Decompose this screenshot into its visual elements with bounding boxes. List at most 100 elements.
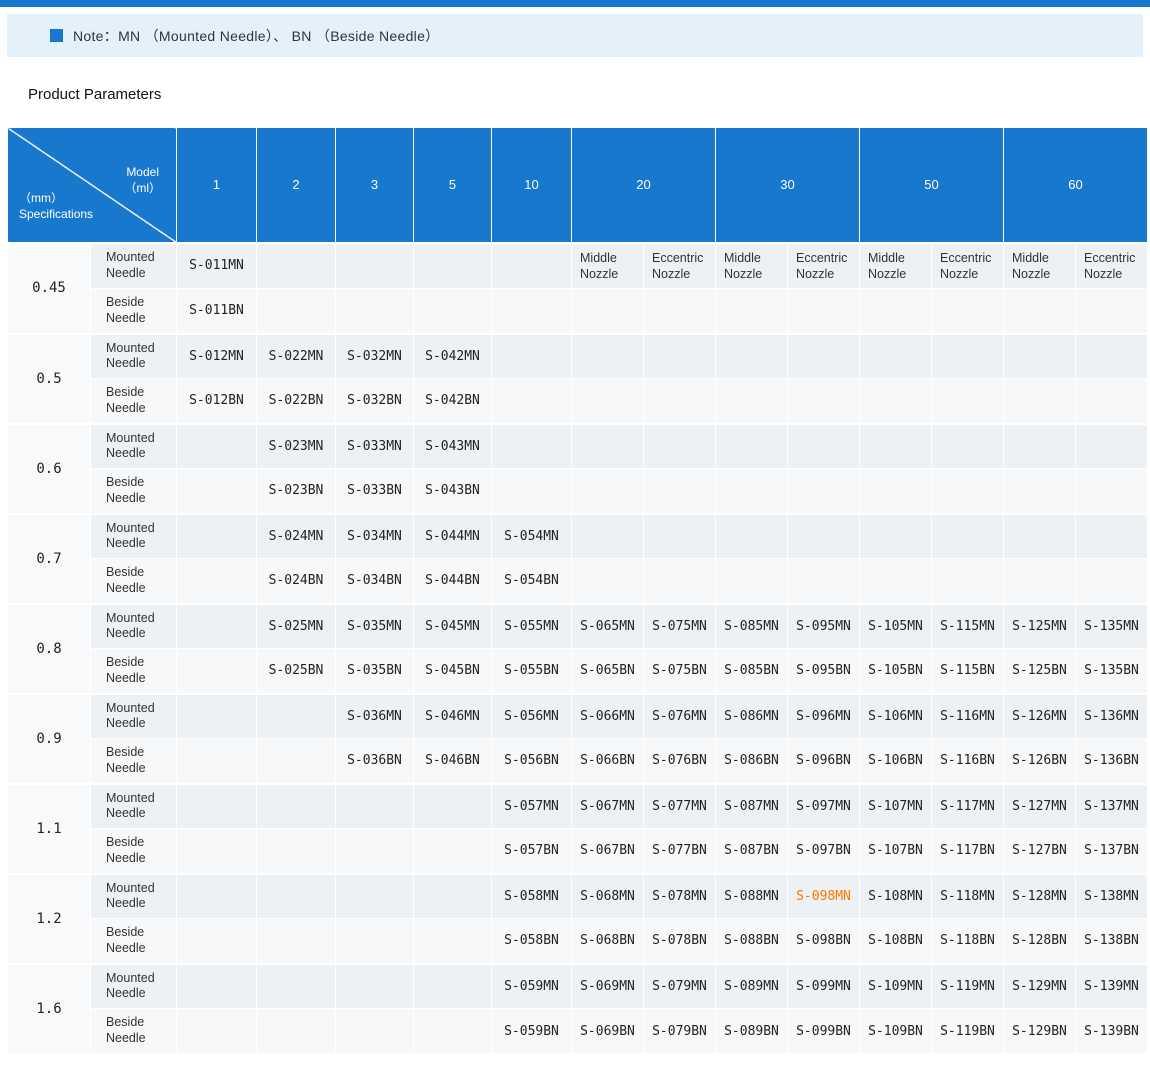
model-code-cell: S-116BN [932,739,1004,784]
empty-cell [932,559,1004,604]
model-code-cell: S-069MN [572,964,644,1009]
model-code-cell: S-023BN [257,469,336,514]
empty-cell [177,694,257,739]
empty-cell [860,379,932,424]
model-code-cell: S-056MN [492,694,572,739]
empty-cell [492,289,572,334]
empty-cell [572,379,644,424]
spec-row-0.8-mn: 0.8Mounted NeedleS-025MNS-035MNS-045MNS-… [8,604,1148,649]
model-code-cell: S-086BN [716,739,788,784]
model-code-cell: S-079BN [644,1009,716,1054]
spec-value-cell: 0.8 [8,604,91,694]
empty-cell [1076,559,1148,604]
empty-cell [177,739,257,784]
corner-spec-line2: Specifications [19,207,93,221]
model-code-cell: S-068MN [572,874,644,919]
model-code-cell: S-137BN [1076,829,1148,874]
empty-cell [336,243,414,289]
needle-type-cell: Mounted Needle [91,424,177,469]
needle-type-cell: Beside Needle [91,289,177,334]
nozzle-subheader-cell: Eccentric Nozzle [788,243,860,289]
model-code-cell: S-108BN [860,919,932,964]
model-code-cell: S-135BN [1076,649,1148,694]
empty-cell [414,243,492,289]
nozzle-subheader-cell: Eccentric Nozzle [1076,243,1148,289]
model-code-cell: S-096BN [788,739,860,784]
empty-cell [572,424,644,469]
note-banner: Note：MN （Mounted Needle）、 BN （Beside Nee… [7,14,1143,57]
model-code-cell: S-055BN [492,649,572,694]
empty-cell [336,1009,414,1054]
model-code-cell: S-108MN [860,874,932,919]
empty-cell [336,874,414,919]
model-code-cell: S-139MN [1076,964,1148,1009]
empty-cell [860,289,932,334]
model-code-cell: S-119BN [932,1009,1004,1054]
empty-cell [644,514,716,559]
page-title: Product Parameters [28,86,1150,103]
needle-type-cell: Beside Needle [91,379,177,424]
spec-row-0.45-bn: Beside NeedleS-011BN [8,289,1148,334]
model-code-cell: S-012BN [177,379,257,424]
empty-cell [788,514,860,559]
model-code-cell: S-044BN [414,559,492,604]
model-code-cell: S-107MN [860,784,932,829]
model-code-cell: S-011MN [177,243,257,289]
spec-value-cell: 0.6 [8,424,91,514]
model-code-cell: S-098BN [788,919,860,964]
empty-cell [644,379,716,424]
model-code-cell: S-106BN [860,739,932,784]
model-code-cell: S-066BN [572,739,644,784]
empty-cell [177,649,257,694]
spec-value-cell: 0.5 [8,334,91,424]
model-code-cell: S-035MN [336,604,414,649]
model-code-cell: S-075BN [644,649,716,694]
col-header-50: 50 [860,128,1004,243]
model-code-cell: S-067BN [572,829,644,874]
empty-cell [932,379,1004,424]
spec-row-0.9-bn: Beside NeedleS-036BNS-046BNS-056BNS-066B… [8,739,1148,784]
model-code-cell: S-085MN [716,604,788,649]
empty-cell [1076,379,1148,424]
empty-cell [716,379,788,424]
model-code-cell: S-087BN [716,829,788,874]
spec-value-cell: 1.1 [8,784,91,874]
col-header-10: 10 [492,128,572,243]
empty-cell [716,469,788,514]
col-header-3: 3 [336,128,414,243]
corner-header-cell: Model （ml） （mm） Specifications [8,128,177,243]
model-code-cell: S-095MN [788,604,860,649]
empty-cell [572,514,644,559]
corner-model-line2: （ml） [124,181,161,195]
empty-cell [177,964,257,1009]
spec-value-cell: 0.7 [8,514,91,604]
spec-row-0.5-bn: Beside NeedleS-012BNS-022BNS-032BNS-042B… [8,379,1148,424]
model-code-cell: S-076MN [644,694,716,739]
model-code-cell: S-046MN [414,694,492,739]
col-header-1: 1 [177,128,257,243]
model-code-cell: S-106MN [860,694,932,739]
spec-value-cell: 1.2 [8,874,91,964]
corner-model-label: Model （ml） [124,164,161,196]
model-code-cell: S-127BN [1004,829,1076,874]
spec-row-0.8-bn: Beside NeedleS-025BNS-035BNS-045BNS-055B… [8,649,1148,694]
model-code-cell: S-085BN [716,649,788,694]
empty-cell [572,469,644,514]
note-bullet-icon [50,29,63,42]
empty-cell [1076,469,1148,514]
empty-cell [932,289,1004,334]
table-header-row: Model （ml） （mm） Specifications 1 2 3 5 1… [8,128,1148,243]
empty-cell [177,784,257,829]
model-code-cell: S-079MN [644,964,716,1009]
empty-cell [644,559,716,604]
model-code-cell: S-099BN [788,1009,860,1054]
model-code-cell: S-025MN [257,604,336,649]
model-code-cell: S-042BN [414,379,492,424]
model-code-cell: S-087MN [716,784,788,829]
model-code-cell: S-078MN [644,874,716,919]
model-code-cell: S-096MN [788,694,860,739]
model-code-cell: S-088MN [716,874,788,919]
spec-value-cell: 1.6 [8,964,91,1054]
model-code-cell: S-128BN [1004,919,1076,964]
empty-cell [1004,424,1076,469]
